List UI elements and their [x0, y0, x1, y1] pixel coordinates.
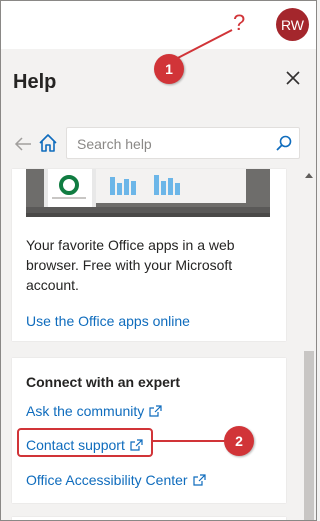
accessibility-center-link[interactable]: Office Accessibility Center	[26, 472, 206, 488]
external-link-icon	[192, 474, 206, 486]
close-icon[interactable]	[282, 67, 304, 89]
top-bar: ? RW	[1, 1, 316, 49]
home-icon[interactable]	[37, 132, 59, 154]
ask-community-link[interactable]: Ask the community	[26, 403, 162, 419]
avatar[interactable]: RW	[276, 8, 309, 41]
pane-title: Help	[13, 71, 57, 93]
search-box	[66, 127, 300, 160]
promo-text: Your favorite Office apps in a web brows…	[26, 237, 235, 293]
office-apps-illustration	[26, 169, 270, 217]
callout-badge-2: 2	[224, 426, 254, 456]
connect-expert-heading: Connect with an expert	[26, 374, 181, 390]
back-arrow-icon[interactable]	[13, 134, 33, 154]
scroll-up-icon[interactable]	[305, 173, 313, 178]
external-link-icon	[149, 405, 162, 417]
accessibility-center-label: Office Accessibility Center	[26, 472, 188, 488]
next-card	[12, 517, 286, 520]
scroll-thumb[interactable]	[304, 351, 314, 520]
office-apps-online-link[interactable]: Use the Office apps online	[26, 313, 190, 329]
highlight-box	[17, 428, 153, 457]
callout-badge-1: 1	[154, 54, 184, 84]
search-input[interactable]	[75, 128, 269, 160]
office-apps-card: Your favorite Office apps in a web brows…	[12, 169, 286, 341]
search-icon[interactable]	[275, 134, 293, 152]
ask-community-label: Ask the community	[26, 403, 145, 419]
help-icon[interactable]: ?	[233, 10, 245, 36]
